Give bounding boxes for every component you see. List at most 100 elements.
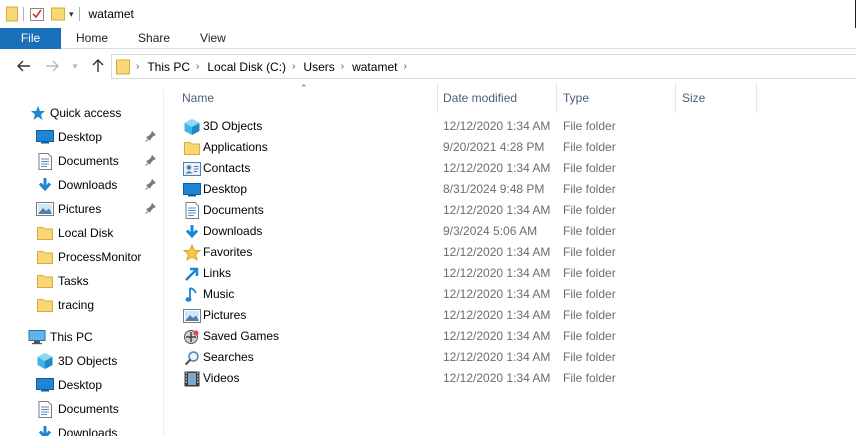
pin-icon[interactable] — [145, 154, 159, 168]
file-list-pane: ⌃ Name Date modified Type Size 3D Object… — [165, 83, 856, 436]
breadcrumb-this-pc[interactable]: This PC — [147, 60, 190, 74]
file-row-desktop[interactable]: Desktop 8/31/2024 9:48 PM File folder — [181, 179, 856, 200]
file-type: File folder — [563, 182, 616, 196]
breadcrumb-watamet[interactable]: watamet — [352, 60, 397, 74]
sidebar-item-desktop[interactable]: Desktop — [0, 125, 162, 149]
forward-arrow-icon — [46, 60, 59, 72]
chevron-down-icon: ▼ — [71, 61, 79, 71]
downloads-icon — [183, 223, 201, 240]
breadcrumb-users[interactable]: Users — [303, 60, 334, 74]
column-header-date-modified[interactable]: Date modified — [437, 83, 557, 113]
column-header-name[interactable]: Name — [176, 83, 438, 113]
sidebar-item-pc-3d-objects[interactable]: 3D Objects — [0, 349, 162, 373]
sidebar-item-tasks[interactable]: Tasks — [0, 269, 162, 293]
breadcrumb-local-disk[interactable]: Local Disk (C:) — [207, 60, 286, 74]
properties-icon — [30, 8, 44, 21]
sidebar-item-processmonitor[interactable]: ProcessMonitor — [0, 245, 162, 269]
chevron-right-icon[interactable]: › — [196, 61, 199, 72]
file-date-modified: 12/12/2020 1:34 AM — [443, 371, 551, 385]
tab-view[interactable]: View — [185, 28, 241, 49]
3d-objects-icon — [36, 352, 54, 370]
file-date-modified: 12/12/2020 1:34 AM — [443, 329, 551, 343]
folder-icon — [36, 248, 54, 266]
pin-icon[interactable] — [145, 202, 159, 216]
address-bar[interactable]: › This PC › Local Disk (C:) › Users › wa… — [111, 54, 856, 79]
column-header-size[interactable]: Size — [676, 83, 757, 113]
nav-label: This PC — [50, 330, 93, 344]
nav-quick-access[interactable]: Quick access — [0, 101, 162, 125]
file-type: File folder — [563, 140, 616, 154]
new-folder-button[interactable] — [51, 4, 65, 24]
music-icon — [183, 286, 201, 303]
documents-icon — [36, 400, 54, 418]
sidebar-item-downloads[interactable]: Downloads — [0, 173, 162, 197]
sidebar-item-pictures[interactable]: Pictures — [0, 197, 162, 221]
file-type: File folder — [563, 287, 616, 301]
file-row-saved-games[interactable]: Saved Games 12/12/2020 1:34 AM File folder — [181, 326, 856, 347]
sidebar-item-local-disk[interactable]: Local Disk — [0, 221, 162, 245]
chevron-right-icon: › — [136, 61, 140, 72]
tab-file[interactable]: File — [0, 28, 61, 49]
file-row-searches[interactable]: Searches 12/12/2020 1:34 AM File folder — [181, 347, 856, 368]
folder-icon — [6, 4, 18, 24]
pin-icon[interactable] — [145, 178, 159, 192]
file-row-pictures[interactable]: Pictures 12/12/2020 1:34 AM File folder — [181, 305, 856, 326]
folder-icon — [36, 272, 54, 290]
pin-icon[interactable] — [145, 130, 159, 144]
sidebar-item-pc-desktop[interactable]: Desktop — [0, 373, 162, 397]
ribbon-tabs: File Home Share View — [0, 28, 856, 49]
pictures-icon — [183, 307, 201, 324]
file-row-videos[interactable]: Videos 12/12/2020 1:34 AM File folder — [181, 368, 856, 389]
tab-home[interactable]: Home — [61, 28, 123, 49]
forward-button[interactable] — [40, 54, 64, 78]
file-type: File folder — [563, 371, 616, 385]
file-row-links[interactable]: Links 12/12/2020 1:34 AM File folder — [181, 263, 856, 284]
file-name: Pictures — [203, 308, 247, 322]
downloads-icon — [36, 176, 54, 194]
contacts-icon — [183, 160, 201, 177]
column-header-type[interactable]: Type — [557, 83, 676, 113]
sidebar-item-pc-documents[interactable]: Documents — [0, 397, 162, 421]
file-name: Contacts — [203, 161, 251, 175]
file-row-documents[interactable]: Documents 12/12/2020 1:34 AM File folder — [181, 200, 856, 221]
chevron-right-icon[interactable]: › — [403, 61, 406, 72]
file-row-music[interactable]: Music 12/12/2020 1:34 AM File folder — [181, 284, 856, 305]
file-row-contacts[interactable]: Contacts 12/12/2020 1:34 AM File folder — [181, 158, 856, 179]
file-type: File folder — [563, 161, 616, 175]
file-name: Saved Games — [203, 329, 280, 343]
chevron-right-icon[interactable]: › — [341, 61, 344, 72]
nav-label: Quick access — [50, 106, 122, 120]
file-row-favorites[interactable]: Favorites 12/12/2020 1:34 AM File folder — [181, 242, 856, 263]
sidebar-item-pc-downloads[interactable]: Downloads — [0, 421, 162, 436]
nav-this-pc[interactable]: This PC — [0, 325, 162, 349]
downloads-icon — [36, 424, 54, 436]
sidebar-item-tracing[interactable]: tracing — [0, 293, 162, 317]
favorites-icon — [183, 244, 201, 261]
up-button[interactable] — [86, 54, 110, 78]
recent-locations-button[interactable]: ▼ — [63, 54, 87, 78]
file-type: File folder — [563, 224, 616, 238]
back-arrow-icon — [17, 60, 30, 72]
file-date-modified: 12/12/2020 1:34 AM — [443, 350, 551, 364]
tab-share[interactable]: Share — [123, 28, 185, 49]
chevron-right-icon[interactable]: › — [292, 61, 295, 72]
file-date-modified: 12/12/2020 1:34 AM — [443, 266, 551, 280]
navigation-bar: ▼ › This PC › Local Disk (C:) › Users › … — [0, 50, 856, 83]
file-row-3d-objects[interactable]: 3D Objects 12/12/2020 1:34 AM File folder — [181, 116, 856, 137]
file-row-applications[interactable]: Applications 9/20/2021 4:28 PM File folder — [181, 137, 856, 158]
window-title: watamet — [88, 7, 134, 21]
file-date-modified: 9/3/2024 5:06 AM — [443, 224, 538, 238]
desktop-icon — [183, 181, 201, 198]
customize-quick-access-button[interactable]: ▾ — [69, 4, 74, 24]
sidebar-item-label: Pictures — [58, 202, 102, 216]
file-date-modified: 12/12/2020 1:34 AM — [443, 161, 551, 175]
file-date-modified: 9/20/2021 4:28 PM — [443, 140, 545, 154]
sidebar-item-documents[interactable]: Documents — [0, 149, 162, 173]
links-icon — [183, 265, 201, 282]
file-name: Links — [203, 266, 232, 280]
title-bar: ▾ watamet — [0, 0, 856, 28]
back-button[interactable] — [12, 54, 36, 78]
folder-icon — [36, 296, 54, 314]
file-row-downloads[interactable]: Downloads 9/3/2024 5:06 AM File folder — [181, 221, 856, 242]
properties-button[interactable] — [29, 4, 45, 24]
